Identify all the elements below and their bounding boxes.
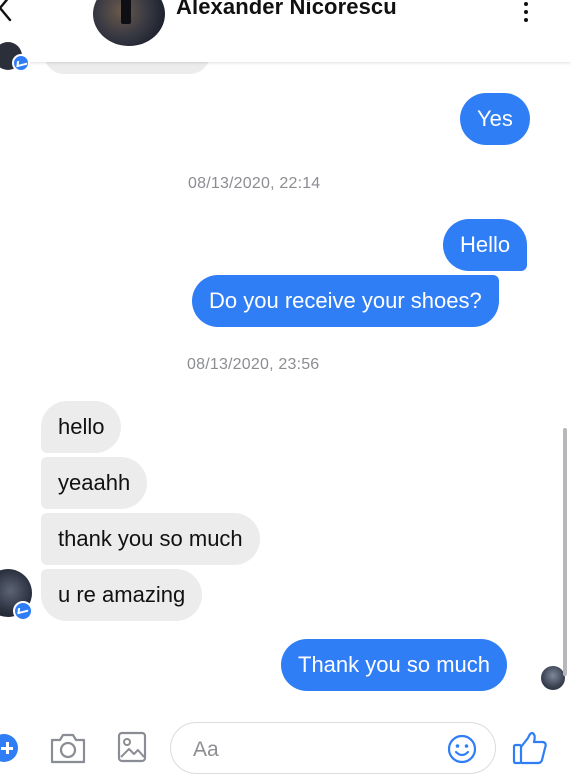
scrollbar[interactable] bbox=[563, 428, 567, 676]
camera-icon[interactable] bbox=[48, 730, 88, 766]
outgoing-message[interactable]: Thank you so much bbox=[281, 639, 507, 691]
incoming-message[interactable]: hello bbox=[41, 401, 122, 453]
outgoing-message[interactable]: Hello bbox=[443, 219, 528, 271]
composer-bar: Aa bbox=[0, 714, 571, 775]
thumbs-up-icon[interactable] bbox=[510, 728, 550, 768]
messenger-screen: Alexander Nicorescu Yes 08/13/2020, 22:1… bbox=[0, 0, 571, 775]
read-receipt-avatar bbox=[541, 666, 565, 690]
messenger-badge-icon bbox=[13, 601, 33, 621]
incoming-message[interactable]: thank you so much bbox=[41, 513, 260, 565]
smiley-icon[interactable] bbox=[446, 733, 478, 765]
sender-avatar[interactable] bbox=[0, 569, 34, 621]
contact-name[interactable]: Alexander Nicorescu bbox=[176, 0, 397, 20]
chevron-left-icon[interactable] bbox=[0, 0, 18, 24]
outgoing-message[interactable]: Do you receive your shoes? bbox=[192, 275, 499, 327]
incoming-message[interactable]: u re amazing bbox=[41, 569, 203, 621]
conversation-header: Alexander Nicorescu bbox=[0, 0, 571, 62]
outgoing-message[interactable]: Yes bbox=[460, 93, 530, 145]
image-icon[interactable] bbox=[116, 730, 148, 764]
plus-icon[interactable] bbox=[0, 734, 18, 762]
timestamp: 08/13/2020, 22:14 bbox=[188, 175, 321, 192]
timestamp: 08/13/2020, 23:56 bbox=[187, 356, 320, 373]
messenger-badge-icon bbox=[12, 54, 30, 72]
contact-avatar[interactable] bbox=[93, 0, 165, 46]
more-vertical-icon[interactable] bbox=[520, 2, 532, 28]
message-input-placeholder: Aa bbox=[193, 738, 219, 761]
incoming-message[interactable]: yeaahh bbox=[41, 457, 148, 509]
message-input[interactable]: Aa bbox=[170, 722, 496, 774]
previous-message-avatar bbox=[0, 42, 30, 74]
